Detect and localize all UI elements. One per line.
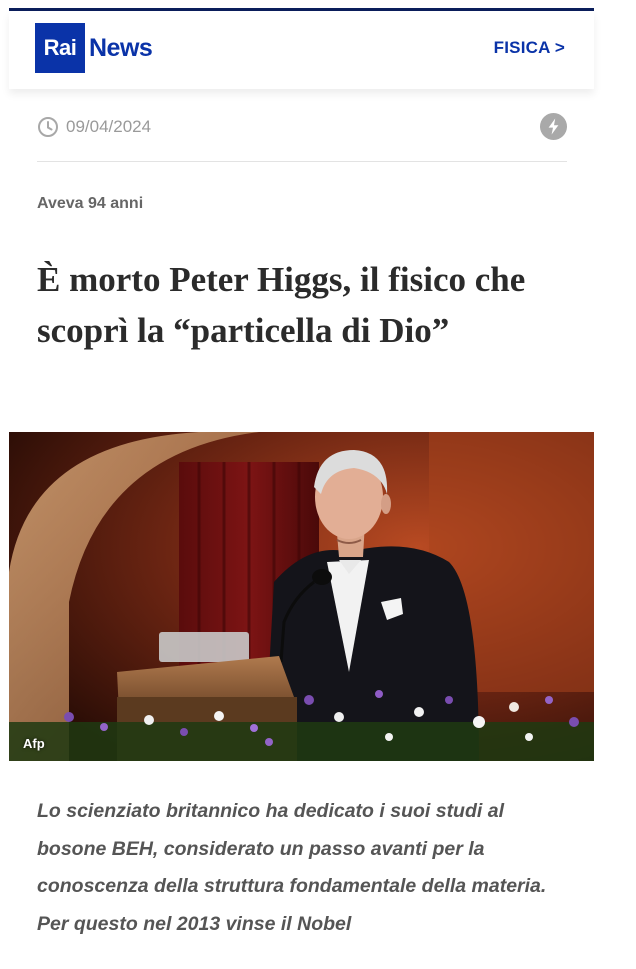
article-summary: Lo scienziato britannico ha dedicato i s… <box>37 800 547 935</box>
photo-illustration <box>9 432 594 761</box>
article-title: È morto Peter Higgs, il fisico che scopr… <box>37 260 526 350</box>
section-link-fisica[interactable]: FISICA > <box>494 38 565 58</box>
photo-credit: Afp <box>23 736 45 751</box>
logo-word: News <box>89 33 153 62</box>
rainews-logo[interactable]: Rai News <box>35 23 153 73</box>
article-photo[interactable]: Afp <box>9 432 594 761</box>
site-header: Rai News FISICA > <box>9 11 594 89</box>
logo-box: Rai <box>35 23 85 73</box>
article-kicker: Aveva 94 anni <box>37 195 144 212</box>
publish-date: 09/04/2024 <box>66 117 152 136</box>
article-page: Rai News FISICA > 09/04/2024 Aveva 94 an… <box>9 8 594 969</box>
clock-icon <box>38 117 58 137</box>
article-meta: 09/04/2024 <box>37 113 567 162</box>
lightning-icon <box>540 113 567 140</box>
